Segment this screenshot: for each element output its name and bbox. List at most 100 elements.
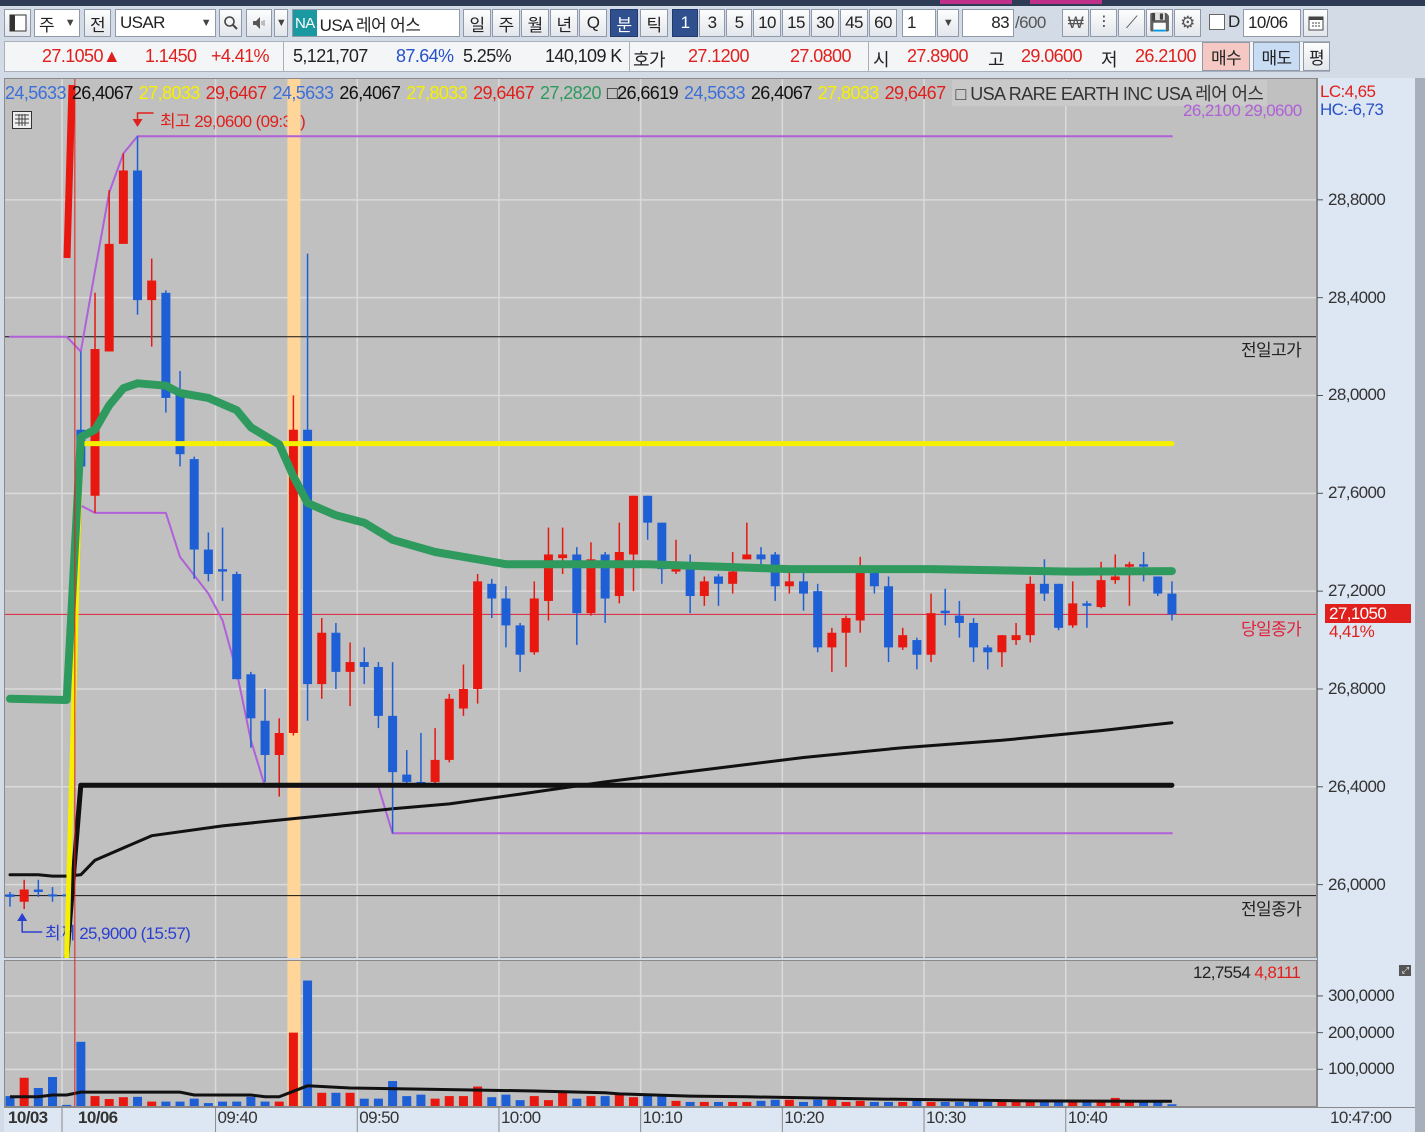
change-percent: +4.41% <box>211 46 270 66</box>
gear-icon[interactable]: ⚙ <box>1174 9 1201 37</box>
volume-value: 5,121,707 <box>293 46 368 66</box>
y-axis-label: 26,8000 <box>1328 678 1386 698</box>
buy-button[interactable]: 매수 <box>1202 42 1250 71</box>
quote-bar <box>4 41 1330 72</box>
y-axis-label: 28,0000 <box>1328 385 1386 405</box>
low-price: 26.2100 <box>1135 46 1196 66</box>
volume-ratio: 87.64% <box>396 46 454 66</box>
legend-value: 26,4067 <box>71 82 133 103</box>
panel-maximize-icon[interactable]: ⤢ <box>1399 965 1411 976</box>
stock-name-field[interactable]: NA USA 레어 어스 <box>292 9 460 37</box>
x-axis-label: 10:20 <box>784 1108 824 1127</box>
x-axis-label: 09:50 <box>359 1108 399 1127</box>
speaker-dropdown[interactable]: ▼ <box>274 9 288 37</box>
volume-legend: 12,7554 4,8111 <box>1193 963 1301 983</box>
open-price: 27.8900 <box>907 46 968 66</box>
minute-button-3[interactable]: 3 <box>699 9 725 37</box>
add-candle-icon[interactable]: ⫶ <box>1090 9 1117 37</box>
search-icon[interactable] <box>219 9 242 37</box>
time-axis <box>4 1107 1415 1132</box>
y-axis-label: 26,0000 <box>1328 874 1386 894</box>
legend-value: 26,4067 <box>339 82 401 103</box>
date-input[interactable]: 10/06 <box>1243 9 1301 37</box>
period-button-2[interactable]: 월 <box>521 9 549 37</box>
custom-interval-input[interactable]: 1 <box>902 9 936 37</box>
window-layout-icon[interactable] <box>4 9 31 37</box>
date-checkbox[interactable] <box>1209 14 1225 30</box>
sell-button[interactable]: 매도 <box>1253 42 1300 71</box>
low-annotation: 최저 25,9000 (15:57) <box>45 924 191 943</box>
divider <box>868 42 869 71</box>
volume-axis-label: 200,0000 <box>1328 1022 1395 1042</box>
interval-dropdown[interactable]: ▼ <box>937 9 959 37</box>
ask-label: 호가 <box>633 50 666 70</box>
period-button-4[interactable]: Q <box>579 9 607 37</box>
symbol-input[interactable]: USAR ▼ <box>115 9 216 37</box>
trade-amount: 140,109 K <box>545 46 622 66</box>
window-tab[interactable] <box>940 0 1012 4</box>
legend-value: 26,4067 <box>750 82 812 103</box>
intraday-button-0[interactable]: 분 <box>610 9 638 37</box>
indicator-legend: 24,5633 26,4067 27,8033 29,6467 24,5633 26,40… <box>5 80 1313 106</box>
y-axis-label: 26,4000 <box>1328 776 1386 796</box>
volume-axis-label: 300,0000 <box>1328 985 1395 1005</box>
minute-button-10[interactable]: 10 <box>753 9 781 37</box>
date-checkbox-label: D <box>1228 12 1240 31</box>
legend-value: 27,2820 <box>540 82 601 103</box>
x-axis-label: 09:40 <box>217 1108 258 1127</box>
window-tab[interactable] <box>1030 0 1102 4</box>
minute-button-1[interactable]: 1 <box>672 9 698 37</box>
prev-close-label: 전일종가 <box>1241 900 1302 919</box>
average-button[interactable]: 평 <box>1303 42 1330 71</box>
low-label: 저 <box>1101 50 1118 70</box>
minute-button-45[interactable]: 45 <box>840 9 868 37</box>
market-select[interactable]: 주 ▼ <box>34 9 80 37</box>
legend-value: 27,8033 <box>817 82 879 103</box>
high-label: 고 <box>988 50 1005 70</box>
y-axis-label: 28,8000 <box>1328 189 1386 209</box>
legend-value: 29,6467 <box>205 82 267 103</box>
won-icon[interactable]: ₩ <box>1062 9 1089 37</box>
count-input[interactable]: 83 <box>962 9 1014 37</box>
add-line-icon[interactable]: ⟋ <box>1118 9 1145 37</box>
minute-button-15[interactable]: 15 <box>782 9 810 37</box>
exchange-badge: NA <box>293 10 317 36</box>
hc-value: HC:-6,73 <box>1320 100 1384 119</box>
period-button-3[interactable]: 년 <box>550 9 578 37</box>
current-price-badge: 27,1050 <box>1325 604 1411 623</box>
x-axis-label: 10:40 <box>1067 1108 1108 1127</box>
intraday-button-1[interactable]: 틱 <box>640 9 668 37</box>
symbol-value: USAR <box>120 13 165 32</box>
calendar-icon[interactable] <box>1303 9 1328 37</box>
today-close-label: 당일종가 <box>1241 620 1302 639</box>
legend-value: 27,8033 <box>406 82 468 103</box>
high-price: 29.0600 <box>1021 46 1082 66</box>
vertical-scrollbar[interactable] <box>1415 78 1425 1132</box>
legend-value: 24,5633 <box>5 82 66 103</box>
minute-button-30[interactable]: 30 <box>811 9 839 37</box>
minute-button-60[interactable]: 60 <box>869 9 897 37</box>
mode-button[interactable]: 전 <box>84 9 111 37</box>
turnover-rate: 5.25% <box>463 46 512 66</box>
period-button-0[interactable]: 일 <box>463 9 491 37</box>
speaker-icon[interactable] <box>246 9 272 37</box>
y-axis-label: 27,6000 <box>1328 483 1386 503</box>
x-axis-label: 10:30 <box>926 1108 966 1127</box>
chevron-down-icon[interactable]: ▼ <box>65 17 76 29</box>
window-top-strip <box>0 0 1425 6</box>
x-axis-label: 10:10 <box>642 1108 683 1127</box>
volume-chart-panel[interactable] <box>4 960 1317 1107</box>
period-button-1[interactable]: 주 <box>492 9 520 37</box>
volume-current-value: 4,8111 <box>1254 963 1301 982</box>
legend-value: 29,6467 <box>473 82 534 103</box>
high-annotation: 최고 29,0600 (09:34) <box>160 112 306 131</box>
minute-button-5[interactable]: 5 <box>726 9 752 37</box>
legend-value: 24,5633 <box>272 82 334 103</box>
chevron-down-icon[interactable]: ▼ <box>201 17 212 29</box>
price-chart-panel[interactable] <box>4 78 1317 958</box>
save-icon[interactable]: 💾 <box>1146 9 1173 37</box>
volume-ma-value: 12,7554 <box>1193 963 1251 982</box>
market-value: 주 <box>39 15 55 35</box>
data-table-icon[interactable] <box>12 111 32 129</box>
legend-value: □26,6619 <box>606 82 679 103</box>
